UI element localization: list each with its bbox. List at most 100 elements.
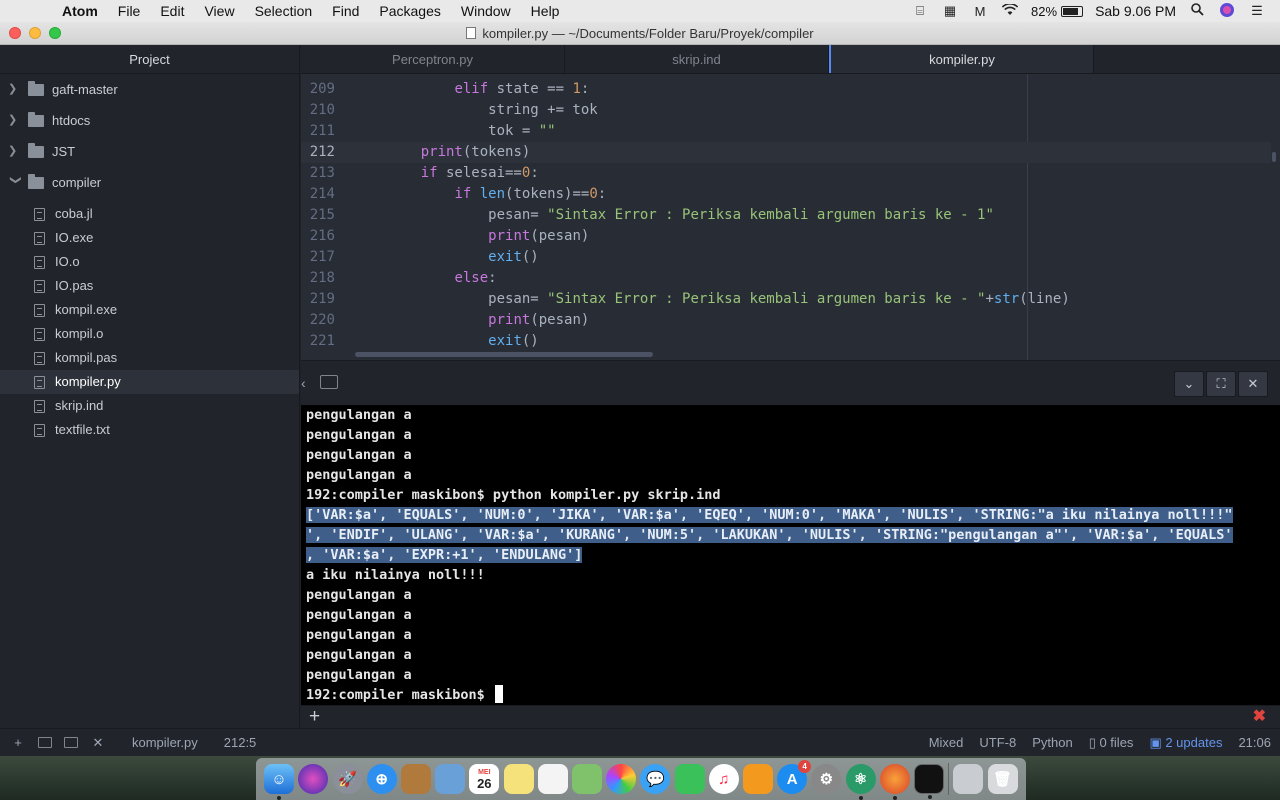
file-item[interactable]: kompil.pas	[0, 346, 299, 370]
cursor-position[interactable]: 212:5	[224, 735, 257, 750]
terminal-hide-button[interactable]: ⌄	[1174, 371, 1204, 397]
collapse-sidebar-icon[interactable]: ‹	[301, 375, 313, 397]
add-terminal-icon[interactable]: +	[10, 735, 26, 750]
file-item[interactable]: textfile.txt	[0, 418, 299, 442]
folder-compiler[interactable]: ❯ compiler	[0, 167, 299, 198]
terminal-line: pengulangan a	[306, 667, 412, 683]
spotlight-search-icon[interactable]	[1188, 3, 1206, 19]
file-label: IO.o	[55, 254, 80, 269]
close-terminal-icon[interactable]: ✕	[90, 735, 106, 751]
preview-icon[interactable]	[435, 764, 466, 794]
file-item[interactable]: skrip.ind	[0, 394, 299, 418]
chevron-right-icon: ❯	[8, 83, 18, 95]
grammar-selector[interactable]: Python	[1032, 735, 1072, 750]
notification-center-icon[interactable]: ☰	[1248, 3, 1266, 19]
atom-icon[interactable]: ⚛	[845, 764, 876, 800]
terminal-app-icon[interactable]	[913, 764, 944, 799]
chevron-right-icon: ❯	[8, 145, 18, 157]
trash-icon[interactable]: 🗑	[987, 764, 1018, 794]
file-item-selected[interactable]: kompiler.py	[0, 370, 299, 394]
itunes-icon[interactable]: ♫	[708, 764, 739, 794]
code-line: 216 print(pesan)	[301, 226, 1271, 247]
calendar-icon[interactable]: MEI 26	[469, 764, 500, 794]
folder-gaft-master[interactable]: ❯ gaft-master	[0, 74, 299, 105]
app-store-icon[interactable]: A4	[777, 760, 812, 794]
terminal-tabbar: + ✖	[301, 705, 1280, 728]
siri-icon[interactable]	[1218, 2, 1236, 21]
terminal-tab-icon[interactable]	[320, 375, 338, 389]
code-line: 214 if len(tokens)==0:	[301, 184, 1271, 205]
menu-edit[interactable]: Edit	[150, 0, 194, 22]
file-icon	[34, 327, 45, 341]
line-ending-selector[interactable]: Mixed	[929, 735, 964, 750]
menu-find[interactable]: Find	[322, 0, 369, 22]
reminders-icon[interactable]	[537, 764, 568, 794]
menu-help[interactable]: Help	[521, 0, 570, 22]
window-minimize-button[interactable]	[29, 27, 41, 39]
file-item[interactable]: kompil.exe	[0, 298, 299, 322]
downloads-stack-icon[interactable]	[953, 764, 984, 794]
code-line: 217 exit()	[301, 247, 1271, 268]
git-files-status[interactable]: ▯ 0 files	[1089, 735, 1134, 751]
encoding-selector[interactable]: UTF-8	[979, 735, 1016, 750]
ibooks-icon[interactable]	[742, 764, 773, 794]
menu-file[interactable]: File	[108, 0, 151, 22]
siri-dock-icon[interactable]	[298, 764, 329, 794]
messages-icon[interactable]: 💬	[640, 764, 671, 794]
system-preferences-icon[interactable]: ⚙	[811, 764, 842, 794]
terminal-output[interactable]: pengulangan a pengulangan a pengulangan …	[301, 405, 1280, 705]
file-icon	[34, 303, 45, 317]
menu-window[interactable]: Window	[451, 0, 521, 22]
grid-app-icon[interactable]: ▦	[941, 3, 959, 19]
folder-htdocs[interactable]: ❯ htdocs	[0, 105, 299, 136]
file-item[interactable]: IO.o	[0, 250, 299, 274]
close-all-terminals-icon[interactable]: ✖	[1253, 707, 1266, 727]
facetime-icon[interactable]	[674, 764, 705, 794]
folder-jst[interactable]: ❯ JST	[0, 136, 299, 167]
wifi-icon[interactable]	[1001, 2, 1019, 19]
package-updates[interactable]: ▣ 2 updates	[1149, 735, 1222, 751]
terminal-line: pengulangan a	[306, 407, 412, 423]
finder-icon[interactable]: ☺	[264, 764, 295, 800]
window-close-button[interactable]	[9, 27, 21, 39]
m-app-icon[interactable]: M	[971, 4, 989, 19]
status-file-name[interactable]: kompiler.py	[132, 735, 198, 750]
launchpad-icon[interactable]: 🚀	[332, 764, 363, 794]
horizontal-scrollbar[interactable]	[355, 352, 653, 357]
file-item[interactable]: IO.pas	[0, 274, 299, 298]
new-terminal-icon[interactable]: +	[309, 706, 320, 728]
menu-app-name[interactable]: Atom	[52, 0, 108, 22]
terminal-line: pengulangan a	[306, 467, 412, 483]
vertical-scrollbar[interactable]	[1272, 152, 1276, 162]
terminal-active-icon[interactable]	[64, 737, 78, 748]
code-line: 220 print(pesan)	[301, 310, 1271, 331]
photos-icon[interactable]	[606, 764, 637, 794]
file-item[interactable]: kompil.o	[0, 322, 299, 346]
window-zoom-button[interactable]	[49, 27, 61, 39]
menu-packages[interactable]: Packages	[369, 0, 450, 22]
folder-label: htdocs	[52, 113, 91, 128]
tab-perceptron[interactable]: Perceptron.py	[301, 45, 565, 73]
menubar-clock[interactable]: Sab 9.06 PM	[1095, 3, 1176, 19]
stickies-icon[interactable]	[503, 764, 534, 794]
terminal-selected-line: , 'VAR:$a', 'EXPR:+1', 'ENDULANG']	[306, 545, 1280, 565]
tab-kompiler[interactable]: kompiler.py	[829, 45, 1094, 73]
battery-status[interactable]: 82%	[1031, 4, 1084, 19]
terminal-close-button[interactable]: ✕	[1238, 371, 1268, 397]
firefox-icon[interactable]	[879, 764, 910, 800]
terminal-toolbar: ‹ ⌄ ⛶ ✕	[301, 360, 1280, 405]
menu-selection[interactable]: Selection	[245, 0, 323, 22]
notes-book-icon[interactable]	[400, 764, 431, 794]
menu-view[interactable]: View	[194, 0, 244, 22]
cast-icon[interactable]: ⌸	[911, 3, 929, 19]
file-item[interactable]: coba.jl	[0, 202, 299, 226]
file-label: kompil.pas	[55, 350, 118, 365]
safari-icon[interactable]: ⊕	[366, 764, 397, 794]
code-editor[interactable]: 209 elif state == 1: 210 string += tok 2…	[301, 74, 1280, 360]
terminal-maximize-button[interactable]: ⛶	[1206, 371, 1236, 397]
file-item[interactable]: IO.exe	[0, 226, 299, 250]
terminal-icon[interactable]	[38, 737, 52, 748]
code-line: 213 if selesai==0:	[301, 163, 1271, 184]
tab-skrip[interactable]: skrip.ind	[565, 45, 829, 73]
maps-icon[interactable]	[571, 764, 602, 794]
